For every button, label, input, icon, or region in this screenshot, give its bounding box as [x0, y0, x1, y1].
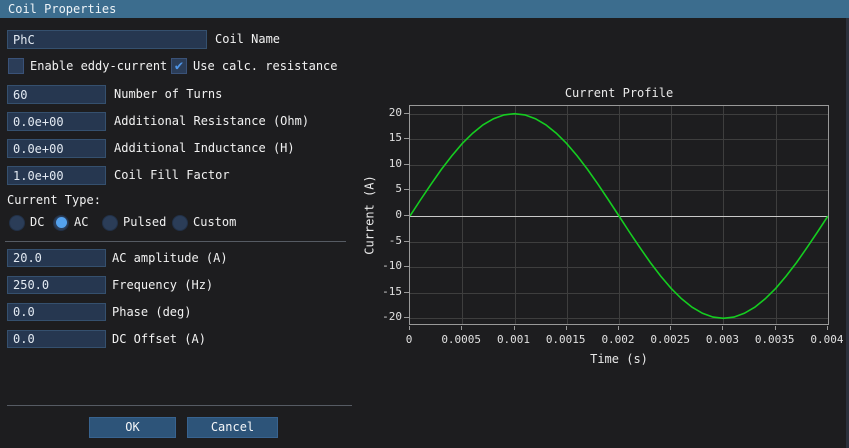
- x-tick: [461, 326, 463, 330]
- additional-inductance-label: Additional Inductance (H): [114, 141, 295, 155]
- window-title-bar[interactable]: Coil Properties: [0, 0, 849, 18]
- y-tick: [404, 240, 409, 242]
- current-curve: [410, 112, 828, 320]
- radio-pulsed-icon: [102, 214, 118, 231]
- number-of-turns-input[interactable]: [7, 85, 106, 104]
- coil-name-input[interactable]: [7, 30, 207, 49]
- y-tick: [404, 317, 409, 319]
- y-tick-label: 20: [388, 105, 402, 119]
- x-tick-label: 0.002: [601, 333, 635, 346]
- phase-label: Phase (deg): [112, 305, 192, 319]
- x-tick-label: 0.0015: [545, 333, 586, 346]
- x-tick: [670, 326, 672, 330]
- ac-amplitude-input[interactable]: [7, 249, 106, 267]
- footer-divider: [7, 405, 352, 406]
- radio-dc-icon: [9, 214, 25, 231]
- additional-resistance-label: Additional Resistance (Ohm): [114, 114, 310, 128]
- x-tick: [774, 326, 776, 330]
- x-tick-label: 0.0005: [441, 333, 482, 346]
- additional-inductance-input[interactable]: [7, 139, 106, 158]
- current-type-label: Current Type:: [7, 193, 101, 207]
- y-tick-label: -5: [388, 233, 402, 247]
- radio-ac-icon: [53, 214, 69, 231]
- y-tick: [404, 163, 409, 165]
- window-title: Coil Properties: [8, 2, 117, 16]
- cancel-button[interactable]: Cancel: [187, 417, 278, 438]
- y-tick: [404, 266, 409, 268]
- y-tick-label: -15: [382, 284, 402, 298]
- y-tick-label: 10: [388, 156, 402, 170]
- y-tick: [404, 138, 409, 140]
- y-tick: [404, 215, 409, 216]
- radio-option-custom[interactable]: Custom: [172, 214, 236, 231]
- radio-option-ac[interactable]: AC: [53, 214, 88, 231]
- radio-option-pulsed[interactable]: Pulsed: [102, 214, 166, 231]
- ok-button[interactable]: OK: [89, 417, 176, 438]
- radio-custom-icon: [172, 214, 188, 231]
- dc-offset-label: DC Offset (A): [112, 332, 206, 346]
- x-tick-label: 0.0025: [650, 333, 691, 346]
- x-tick-label: 0: [405, 333, 413, 346]
- y-tick-label: -10: [382, 259, 402, 273]
- frequency-label: Frequency (Hz): [112, 278, 214, 292]
- y-tick: [404, 291, 409, 293]
- use-calc-resistance-checkbox[interactable]: ✔: [171, 58, 187, 74]
- frequency-input[interactable]: [7, 276, 106, 294]
- coil-fill-factor-label: Coil Fill Factor: [114, 168, 230, 182]
- check-icon: ✔: [174, 58, 184, 74]
- y-tick-label: 0: [395, 208, 402, 221]
- dc-offset-input[interactable]: [7, 330, 106, 348]
- y-tick-label: -20: [382, 310, 402, 324]
- chart-title: Current Profile: [564, 86, 674, 100]
- x-tick: [409, 326, 410, 330]
- x-tick: [565, 326, 567, 330]
- radio-custom-label: Custom: [193, 215, 237, 229]
- use-calc-resistance-label: Use calc. resistance: [193, 59, 338, 73]
- radio-pulsed-label: Pulsed: [123, 215, 167, 229]
- x-axis-label: Time (s): [590, 352, 648, 366]
- x-tick: [618, 326, 619, 330]
- radio-ac-label: AC: [74, 215, 89, 229]
- x-tick: [513, 326, 515, 330]
- y-tick-label: 5: [395, 182, 402, 196]
- radio-dc-label: DC: [30, 215, 45, 229]
- x-tick-label: 0.004: [810, 333, 844, 346]
- section-divider: [5, 241, 346, 242]
- chart-plot-area: [409, 105, 829, 325]
- phase-input[interactable]: [7, 303, 106, 321]
- enable-eddy-current-checkbox[interactable]: ✔: [8, 58, 24, 74]
- x-tick-label: 0.003: [705, 333, 739, 346]
- y-tick-label: 15: [388, 131, 402, 145]
- x-tick-label: 0.0035: [754, 333, 795, 346]
- x-tick-label: 0.001: [496, 333, 531, 346]
- ac-amplitude-label: AC amplitude (A): [112, 251, 228, 265]
- enable-eddy-current-label: Enable eddy-current: [30, 59, 168, 73]
- coil-name-label: Coil Name: [215, 32, 281, 46]
- x-tick: [722, 326, 724, 330]
- additional-resistance-input[interactable]: [7, 112, 106, 131]
- number-of-turns-label: Number of Turns: [114, 87, 223, 101]
- y-tick: [404, 189, 409, 191]
- x-tick: [826, 326, 828, 330]
- current-profile-chart: Current Profile Current (A) Time (s) 0 0.…: [360, 18, 849, 448]
- radio-option-dc[interactable]: DC: [9, 214, 44, 231]
- y-tick: [404, 112, 409, 114]
- coil-fill-factor-input[interactable]: [7, 166, 106, 185]
